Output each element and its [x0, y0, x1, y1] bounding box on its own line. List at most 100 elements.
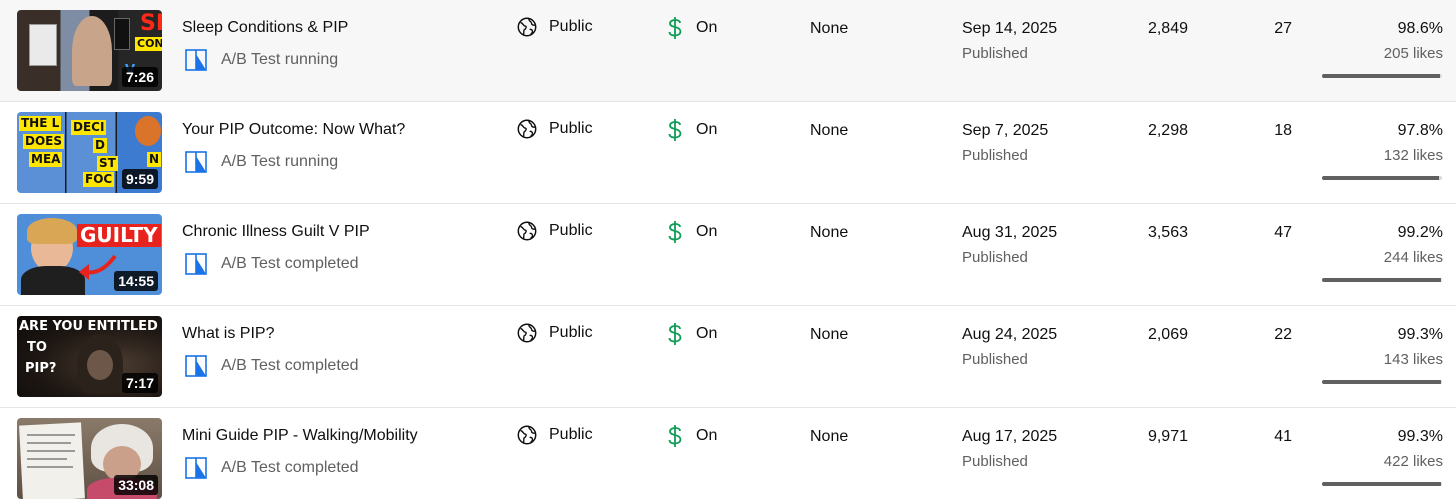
- visibility-label: Public: [549, 222, 593, 239]
- table-row[interactable]: SL CONDI V 7:26 Sleep Conditions & PIP A…: [0, 0, 1456, 102]
- likes-percentage: 99.3%: [1397, 428, 1443, 445]
- likes-percentage: 97.8%: [1397, 122, 1443, 139]
- thumbnail-text: D: [93, 138, 107, 153]
- comments-count: 41: [1274, 428, 1292, 445]
- ab-test-status[interactable]: A/B Test completed: [184, 353, 359, 379]
- table-row[interactable]: ARE YOU ENTITLED TO PIP? 7:17 What is PI…: [0, 306, 1456, 408]
- publish-date: Aug 17, 2025: [962, 428, 1058, 445]
- dollar-icon: [668, 119, 682, 141]
- likes-percentage: 98.6%: [1397, 20, 1443, 37]
- video-title[interactable]: What is PIP?: [182, 325, 274, 343]
- likes-bar-fill: [1322, 482, 1442, 486]
- video-duration: 14:55: [114, 271, 158, 291]
- thumbnail-text: CONDI: [135, 37, 162, 51]
- video-duration: 7:26: [121, 67, 158, 87]
- visibility-cell[interactable]: Public: [516, 118, 593, 140]
- thumbnail-text: TO: [27, 340, 47, 355]
- monetization-label: On: [696, 325, 718, 342]
- visibility-label: Public: [549, 324, 593, 341]
- monetization-label: On: [696, 121, 718, 138]
- ab-test-status[interactable]: A/B Test running: [184, 47, 338, 73]
- dollar-icon: [668, 323, 682, 345]
- publish-date: Sep 7, 2025: [962, 122, 1049, 139]
- publish-date: Sep 14, 2025: [962, 20, 1058, 37]
- table-row[interactable]: 33:08 Mini Guide PIP - Walking/Mobility …: [0, 408, 1456, 502]
- video-thumbnail[interactable]: THE L DOES MEA DECI D ST FOC N 9:59: [17, 112, 162, 193]
- monetization-label: On: [696, 223, 718, 240]
- publish-date: Aug 24, 2025: [962, 326, 1058, 343]
- views-count: 9,971: [1147, 428, 1188, 445]
- video-title[interactable]: Chronic Illness Guilt V PIP: [182, 223, 370, 241]
- globe-icon: [517, 119, 537, 139]
- likes-count: 422 likes: [1383, 453, 1443, 470]
- views-count: 3,563: [1147, 224, 1188, 241]
- visibility-cell[interactable]: Public: [516, 16, 593, 38]
- likes-bar-fill: [1322, 74, 1441, 78]
- likes-count: 132 likes: [1383, 147, 1443, 164]
- likes-bar: [1322, 380, 1442, 384]
- monetization-cell[interactable]: On: [666, 16, 717, 40]
- ab-test-status[interactable]: A/B Test running: [184, 149, 338, 175]
- monetization-cell[interactable]: On: [666, 220, 717, 244]
- monetization-cell[interactable]: On: [666, 118, 717, 142]
- views-count: 2,069: [1147, 326, 1188, 343]
- ab-test-label: A/B Test completed: [221, 357, 359, 374]
- restrictions-label: None: [810, 326, 849, 343]
- likes-count: 143 likes: [1383, 351, 1443, 368]
- video-title[interactable]: Mini Guide PIP - Walking/Mobility: [182, 427, 418, 445]
- ab-test-status[interactable]: A/B Test completed: [184, 455, 359, 481]
- dollar-icon: [668, 17, 682, 39]
- visibility-cell[interactable]: Public: [516, 322, 593, 344]
- globe-icon: [517, 425, 537, 445]
- likes-bar-fill: [1322, 380, 1442, 384]
- table-row[interactable]: THE L DOES MEA DECI D ST FOC N 9:59 Your…: [0, 102, 1456, 204]
- likes-bar: [1322, 482, 1442, 486]
- restrictions-label: None: [810, 428, 849, 445]
- ab-test-label: A/B Test completed: [221, 459, 359, 476]
- likes-bar: [1322, 176, 1442, 180]
- globe-icon: [517, 17, 537, 37]
- publish-status: Published: [962, 147, 1028, 164]
- ab-test-label: A/B Test completed: [221, 255, 359, 272]
- visibility-cell[interactable]: Public: [516, 220, 593, 242]
- likes-count: 244 likes: [1383, 249, 1443, 266]
- thumbnail-text: GUILTY: [77, 224, 161, 247]
- video-thumbnail[interactable]: 33:08: [17, 418, 162, 499]
- comments-count: 27: [1274, 20, 1292, 37]
- ab-test-icon: [185, 355, 207, 377]
- visibility-label: Public: [549, 426, 593, 443]
- video-thumbnail[interactable]: ARE YOU ENTITLED TO PIP? 7:17: [17, 316, 162, 397]
- dollar-icon: [668, 221, 682, 243]
- video-thumbnail[interactable]: GUILTY 14:55: [17, 214, 162, 295]
- restrictions-label: None: [810, 20, 849, 37]
- content-table: SL CONDI V 7:26 Sleep Conditions & PIP A…: [0, 0, 1456, 502]
- ab-test-label: A/B Test running: [221, 51, 339, 68]
- monetization-cell[interactable]: On: [666, 322, 717, 346]
- restrictions-label: None: [810, 224, 849, 241]
- visibility-cell[interactable]: Public: [516, 424, 593, 446]
- video-thumbnail[interactable]: SL CONDI V 7:26: [17, 10, 162, 91]
- likes-percentage: 99.3%: [1397, 326, 1443, 343]
- comments-count: 47: [1274, 224, 1292, 241]
- thumbnail-text: SL: [140, 11, 162, 36]
- likes-count: 205 likes: [1383, 45, 1443, 62]
- likes-bar-fill: [1322, 176, 1440, 180]
- views-count: 2,298: [1147, 122, 1188, 139]
- views-count: 2,849: [1147, 20, 1188, 37]
- likes-bar: [1322, 278, 1442, 282]
- video-duration: 7:17: [121, 373, 158, 393]
- monetization-cell[interactable]: On: [666, 424, 717, 448]
- ab-test-status[interactable]: A/B Test completed: [184, 251, 359, 277]
- video-title[interactable]: Sleep Conditions & PIP: [182, 19, 348, 37]
- likes-bar-fill: [1322, 278, 1442, 282]
- table-row[interactable]: GUILTY 14:55 Chronic Illness Guilt V PIP…: [0, 204, 1456, 306]
- globe-icon: [517, 323, 537, 343]
- comments-count: 18: [1274, 122, 1292, 139]
- video-title[interactable]: Your PIP Outcome: Now What?: [182, 121, 405, 139]
- thumbnail-text: DECI: [71, 120, 107, 135]
- globe-icon: [517, 221, 537, 241]
- publish-status: Published: [962, 45, 1028, 62]
- red-arrow-icon: [79, 254, 117, 280]
- dollar-icon: [668, 425, 682, 447]
- ab-test-label: A/B Test running: [221, 153, 339, 170]
